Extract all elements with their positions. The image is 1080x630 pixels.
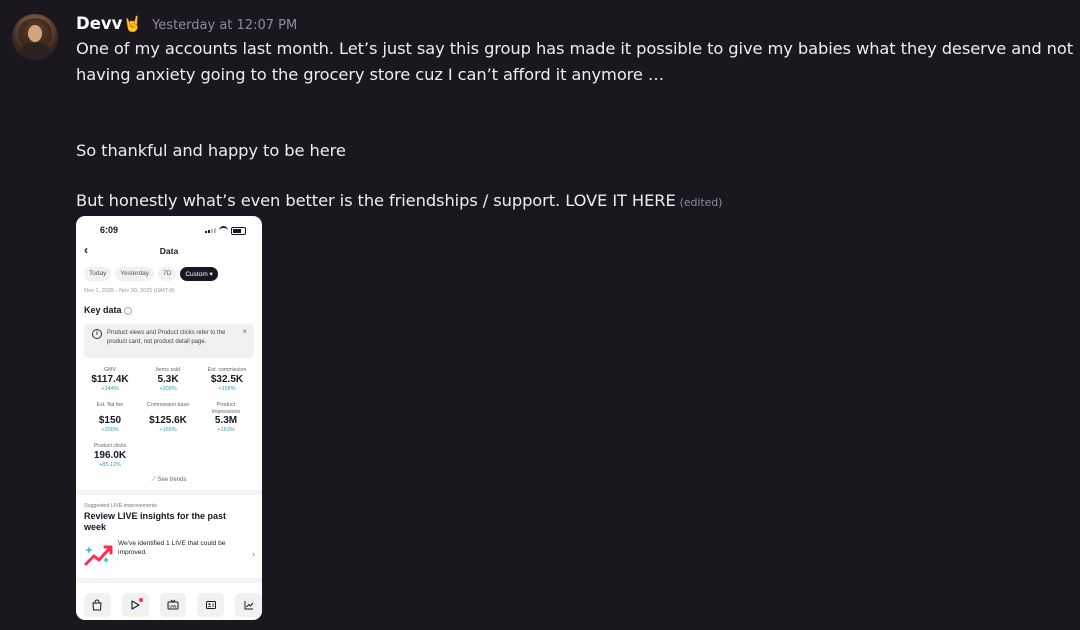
metric-est-flat-fee: Est. flat fee $150 +200% — [80, 402, 140, 434]
metric-change: +158% — [218, 385, 236, 392]
info-notice: i Product views and Product clicks refer… — [84, 324, 254, 358]
chevron-right-icon: › — [252, 549, 255, 559]
date-tab-yesterday: Yesterday — [115, 267, 155, 281]
date-tab-custom-label: Custom — [185, 271, 208, 278]
notice-text: Product views and Product clicks refer t… — [107, 330, 226, 345]
phone-bottom-bar: LIVE — [84, 593, 262, 617]
metric-commission-base: Commission base $125.6K +165% — [138, 402, 198, 434]
suggestion-label: Suggested LIVE improvements — [84, 503, 158, 509]
info-icon — [123, 306, 132, 315]
date-range: Nov 1, 2025 - Nov 30, 2025 (GMT-8) — [84, 288, 175, 294]
suggestion-text: We've identified 1 LIVE that could be im… — [118, 540, 226, 556]
message-line-1: One of my accounts last month. Let’s jus… — [76, 39, 1074, 58]
status-time: 6:09 — [100, 225, 119, 235]
notification-dot — [138, 598, 143, 602]
live-icon: LIVE — [159, 593, 187, 617]
message-line-3: So thankful and happy to be here — [76, 141, 346, 160]
svg-text:LIVE: LIVE — [169, 605, 176, 609]
date-tab-today: Today — [84, 267, 112, 281]
metric-value: $117.4K — [91, 373, 129, 385]
avatar-face — [28, 25, 42, 42]
phone-status-bar: 6:09 — [76, 216, 262, 242]
message-line-2: having anxiety going to the grocery stor… — [76, 65, 665, 84]
metric-label: Est. flat fee — [96, 402, 124, 408]
section-divider — [76, 490, 262, 495]
avatar-body — [20, 43, 50, 60]
metric-items-sold: Items sold 5.3K +208% — [138, 367, 198, 393]
metric-change: +165% — [159, 426, 177, 433]
info-circle-icon: i — [92, 329, 102, 339]
metric-change: +200% — [101, 426, 119, 433]
metric-change: +208% — [159, 385, 177, 392]
chevron-down-icon: ▾ — [207, 271, 213, 278]
image-attachment[interactable]: 6:09 ‹ Data Today Yesterday 7D Custom ▾ … — [76, 216, 262, 620]
close-icon: × — [242, 327, 247, 336]
date-tabs: Today Yesterday 7D Custom ▾ — [84, 267, 218, 281]
metric-value: $32.5K — [210, 373, 244, 385]
metric-value: 196.0K — [93, 449, 127, 461]
metric-value: 5.3M — [214, 415, 238, 426]
avatar[interactable] — [12, 14, 58, 60]
metric-change: +163% — [217, 427, 235, 433]
status-icons — [205, 226, 246, 235]
metric-value: $125.6K — [149, 414, 187, 426]
phone-page-title: Data — [159, 246, 179, 256]
signal-icon — [205, 228, 216, 233]
metric-label: Product impressions — [211, 402, 241, 415]
metric-value: $150 — [98, 414, 122, 426]
rock-hand-emoji-icon: 🤘 — [123, 15, 143, 33]
message-line-4-text: But honestly what’s even better is the f… — [76, 191, 676, 210]
wifi-icon — [219, 226, 228, 235]
metric-est-commission: Est. commission $32.5K +158% — [197, 367, 257, 393]
chart-icon — [235, 593, 262, 617]
metric-product-impressions: Product impressions 5.3M +163% — [197, 402, 255, 434]
shop-bag-icon — [84, 593, 111, 617]
battery-icon — [231, 226, 246, 235]
trend-up-illustration-icon — [84, 545, 113, 566]
id-card-icon — [197, 593, 225, 617]
metric-label: Commission base — [146, 402, 190, 408]
phone-nav-bar: ‹ Data — [76, 243, 262, 260]
metric-product-clicks: Product clicks 196.0K +85.12% — [80, 443, 140, 469]
metric-change: +144% — [101, 385, 119, 392]
metric-change: +85.12% — [99, 461, 121, 468]
date-tab-custom: Custom ▾ — [180, 267, 218, 281]
message-timestamp[interactable]: Yesterday at 12:07 PM — [152, 18, 297, 33]
suggestion-title: Review LIVE insights for the past week — [84, 511, 227, 532]
key-data-heading: Key data — [84, 305, 132, 315]
metric-value: 5.3K — [157, 373, 179, 385]
message-header: Devv 🤘 Yesterday at 12:07 PM — [76, 14, 297, 36]
see-trends-label: See trends — [157, 477, 187, 483]
username[interactable]: Devv — [76, 14, 122, 33]
section-divider — [76, 578, 262, 583]
metric-gmv: GMV $117.4K +144% — [80, 367, 140, 393]
key-data-title: Key data — [84, 305, 122, 315]
date-tab-7d: 7D — [158, 267, 177, 281]
message-line-4: But honestly what’s even better is the f… — [76, 191, 722, 210]
play-icon — [121, 593, 149, 617]
edited-label: (edited) — [679, 196, 723, 209]
see-trends-link: ⟋ See trends — [76, 477, 262, 484]
